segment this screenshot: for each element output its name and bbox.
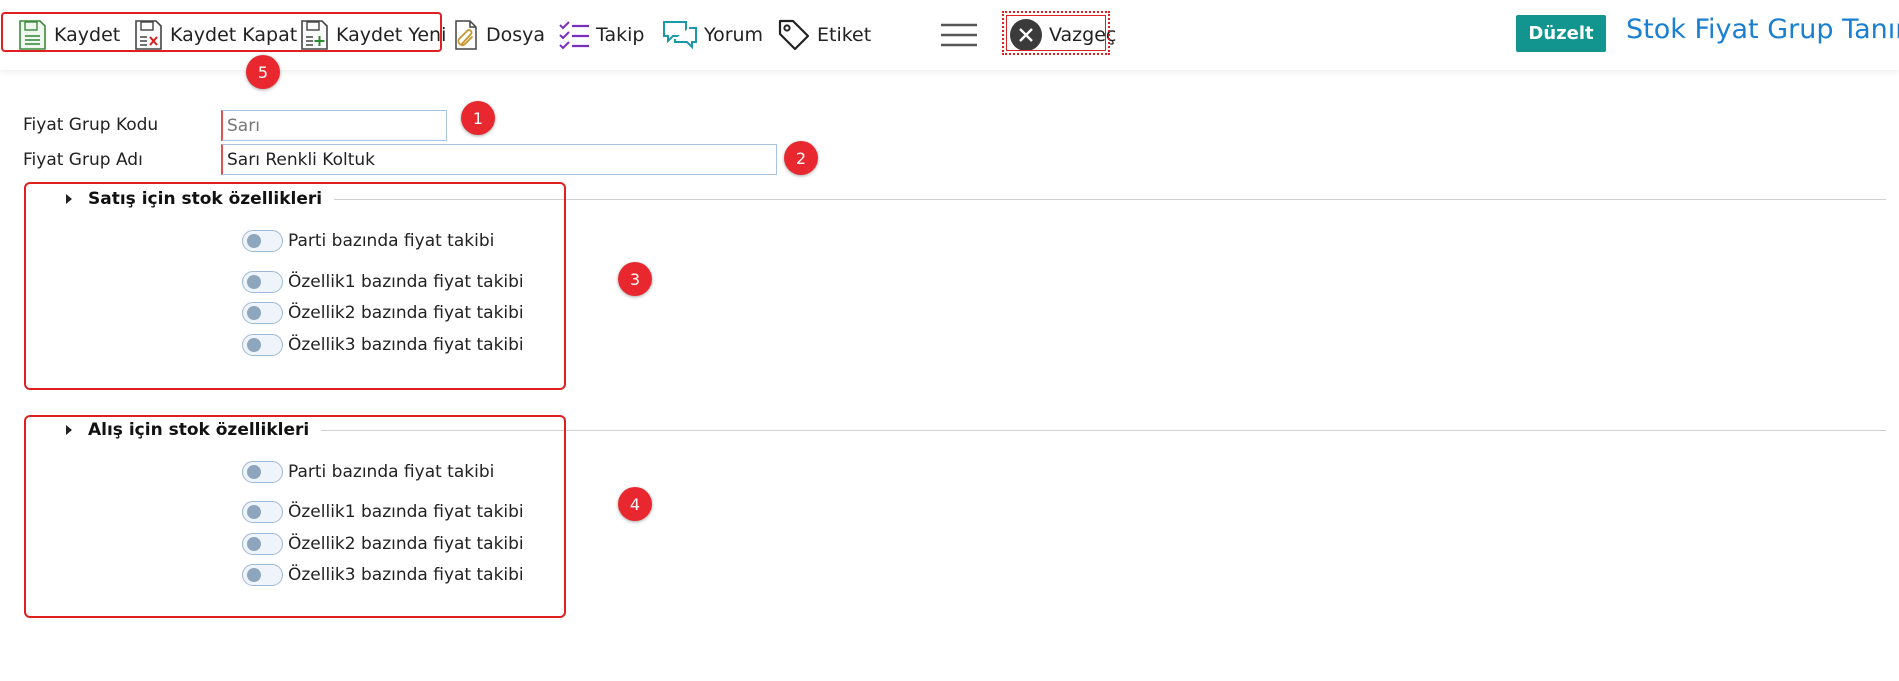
toggle-label: Özellik2 bazında fiyat takibi: [288, 303, 524, 323]
purchase-section-header[interactable]: Alış için stok özellikleri: [24, 417, 322, 443]
toggle-switch[interactable]: [242, 533, 283, 555]
sales-toggle-row[interactable]: Özellik1 bazında fiyat takibi: [242, 271, 524, 293]
purchase-section-title: Alış için stok özellikleri: [88, 420, 310, 440]
save-close-label: Kaydet Kapat: [170, 24, 298, 46]
toggle-label: Özellik1 bazında fiyat takibi: [288, 272, 524, 292]
comments-icon: [663, 21, 697, 50]
menu-button[interactable]: [940, 14, 978, 56]
sales-section-header[interactable]: Satış için stok özellikleri: [24, 186, 335, 212]
code-label: Fiyat Grup Kodu: [23, 115, 159, 135]
paperclip-icon: [455, 20, 477, 50]
toggle-switch[interactable]: [242, 230, 283, 252]
toolbar: Kaydet Kaydet Kapat Kaydet Yeni Dosya Ta…: [0, 0, 1899, 70]
save-label: Kaydet: [54, 24, 121, 46]
toggle-switch[interactable]: [242, 334, 283, 356]
sales-toggle-row[interactable]: Parti bazında fiyat takibi: [242, 230, 494, 252]
badge-3: 3: [618, 262, 652, 296]
cancel-label: Vazgeç: [1049, 24, 1117, 46]
toggle-switch[interactable]: [242, 564, 283, 586]
save-new-icon: [301, 20, 328, 50]
toggle-switch[interactable]: [242, 271, 283, 293]
toggle-switch[interactable]: [242, 461, 283, 483]
follow-label: Takip: [596, 24, 645, 46]
save-icon: [19, 20, 46, 50]
name-input[interactable]: [221, 144, 777, 175]
save-close-icon: [135, 20, 162, 50]
toggle-label: Özellik3 bazında fiyat takibi: [288, 335, 524, 355]
name-label: Fiyat Grup Adı: [23, 150, 143, 170]
badge-1: 1: [461, 101, 495, 135]
purchase-toggle-row[interactable]: Parti bazında fiyat takibi: [242, 461, 494, 483]
toggle-label: Özellik2 bazında fiyat takibi: [288, 534, 524, 554]
caret-right-icon: [66, 194, 72, 204]
sales-section-title: Satış için stok özellikleri: [88, 189, 323, 209]
toggle-switch[interactable]: [242, 501, 283, 523]
toggle-label: Özellik3 bazında fiyat takibi: [288, 565, 524, 585]
checklist-icon: [559, 21, 589, 50]
toggle-label: Parti bazında fiyat takibi: [288, 231, 495, 251]
comment-label: Yorum: [704, 24, 764, 46]
badge-5: 5: [246, 55, 280, 89]
edit-button[interactable]: Düzelt: [1516, 15, 1606, 52]
code-input[interactable]: [221, 110, 447, 141]
toggle-label: Özellik1 bazında fiyat takibi: [288, 502, 524, 522]
comment-button[interactable]: Yorum: [662, 14, 763, 56]
sales-toggle-row[interactable]: Özellik3 bazında fiyat takibi: [242, 334, 524, 356]
caret-right-icon: [66, 425, 72, 435]
close-circle-icon: [1010, 19, 1042, 51]
badge-4: 4: [618, 487, 652, 521]
file-label: Dosya: [486, 24, 546, 46]
purchase-toggle-row[interactable]: Özellik2 bazında fiyat takibi: [242, 533, 524, 555]
save-new-label: Kaydet Yeni: [336, 24, 447, 46]
save-button[interactable]: Kaydet: [17, 14, 120, 56]
toggle-switch[interactable]: [242, 302, 283, 324]
save-new-button[interactable]: Kaydet Yeni: [299, 14, 446, 56]
tag-button[interactable]: Etiket: [777, 14, 871, 56]
cancel-button[interactable]: Vazgeç: [1009, 14, 1116, 56]
follow-button[interactable]: Takip: [558, 14, 644, 56]
save-close-button[interactable]: Kaydet Kapat: [133, 14, 297, 56]
tag-icon: [778, 19, 810, 51]
hamburger-menu-icon: [941, 23, 977, 47]
tag-label: Etiket: [817, 24, 872, 46]
page-title: Stok Fiyat Grup Tanım: [1626, 14, 1899, 45]
purchase-toggle-row[interactable]: Özellik1 bazında fiyat takibi: [242, 501, 524, 523]
toggle-label: Parti bazında fiyat takibi: [288, 462, 495, 482]
file-button[interactable]: Dosya: [452, 14, 545, 56]
badge-2: 2: [784, 141, 818, 175]
sales-toggle-row[interactable]: Özellik2 bazında fiyat takibi: [242, 302, 524, 324]
purchase-toggle-row[interactable]: Özellik3 bazında fiyat takibi: [242, 564, 524, 586]
